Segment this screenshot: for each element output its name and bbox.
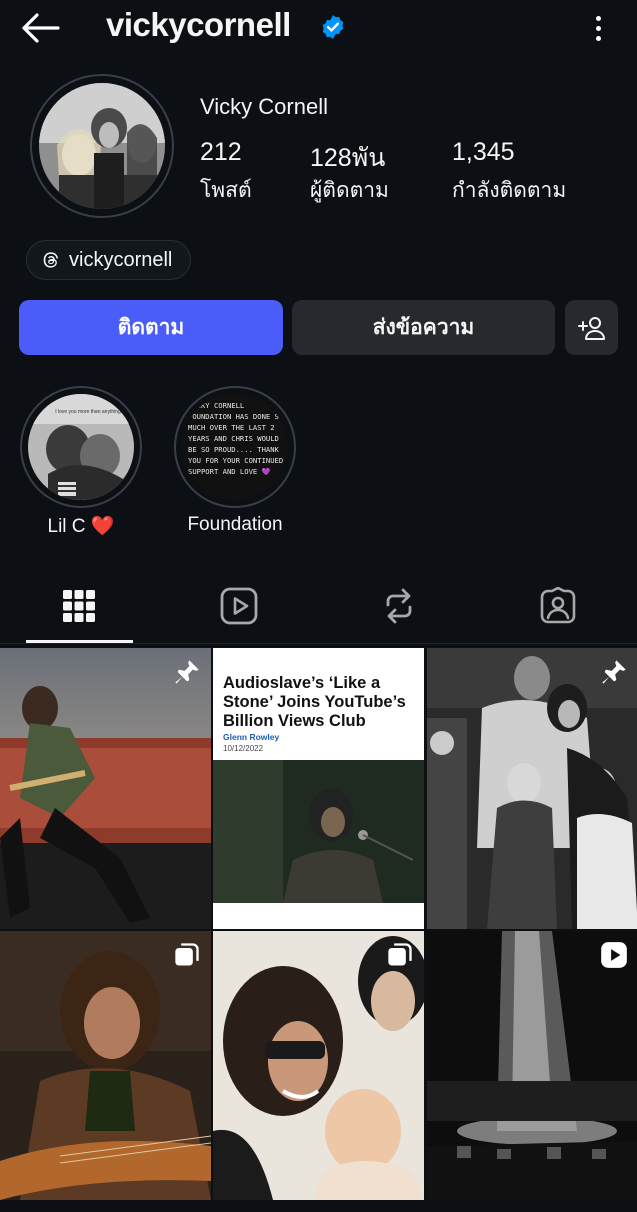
carousel-icon bbox=[388, 943, 412, 966]
avatar-photo bbox=[39, 83, 165, 209]
more-options-button[interactable] bbox=[584, 8, 612, 48]
reels-icon bbox=[220, 587, 258, 625]
highlight-thumbnail: VICKY CORNELL FOUNDATION HAS DONE SO MUC… bbox=[182, 394, 288, 500]
post-thumbnail[interactable]: Audioslave’s ‘Like a Stone’ Joins YouTub… bbox=[213, 648, 424, 929]
article-image bbox=[213, 760, 424, 903]
grid-icon bbox=[63, 590, 95, 622]
highlight-lil-c[interactable]: I love you more than anything bbox=[20, 386, 142, 508]
tab-tagged[interactable] bbox=[505, 580, 611, 632]
post-thumbnail[interactable] bbox=[213, 931, 424, 1212]
highlight-foundation-text: VICKY CORNELL FOUNDATION HAS DONE SO MUC… bbox=[188, 401, 284, 476]
profile-full-name: Vicky Cornell bbox=[200, 94, 328, 119]
more-dot bbox=[595, 35, 601, 41]
pinned-icon bbox=[175, 660, 199, 684]
threads-handle: vickycornell bbox=[69, 248, 173, 271]
following-label[interactable]: กำลังติดตาม bbox=[452, 174, 566, 207]
reposts-icon bbox=[386, 588, 412, 624]
pinned-icon bbox=[602, 660, 626, 684]
post-image bbox=[0, 648, 211, 929]
article-date: 10/12/2022 bbox=[223, 744, 264, 753]
back-button[interactable] bbox=[18, 8, 62, 48]
arrow-left-icon bbox=[22, 13, 60, 43]
following-count[interactable]: 1,345 bbox=[452, 138, 515, 167]
header-username: vickycornell bbox=[106, 6, 291, 43]
verified-badge-icon bbox=[322, 15, 344, 39]
posts-label[interactable]: โพสต์ bbox=[200, 174, 252, 207]
follow-button[interactable]: ติดตาม bbox=[19, 300, 283, 355]
avatar[interactable] bbox=[30, 74, 174, 218]
tab-reels[interactable] bbox=[186, 580, 292, 632]
post-thumbnail[interactable] bbox=[427, 931, 637, 1212]
tagged-icon bbox=[540, 587, 576, 624]
post-image bbox=[427, 648, 637, 929]
tab-reposts[interactable] bbox=[346, 580, 452, 632]
tab-divider bbox=[0, 643, 637, 644]
message-button[interactable]: ส่งข้อความ bbox=[292, 300, 555, 355]
threads-icon bbox=[43, 252, 59, 268]
followers-count[interactable]: 128พัน bbox=[310, 138, 385, 178]
threads-link[interactable]: vickycornell bbox=[26, 240, 192, 280]
highlight-label: Foundation bbox=[187, 514, 283, 535]
more-dots-icon bbox=[595, 15, 601, 21]
post-image bbox=[427, 931, 637, 1200]
tab-posts-grid[interactable] bbox=[26, 580, 132, 632]
highlight-thumbnail: I love you more than anything bbox=[28, 394, 134, 500]
posts-count[interactable]: 212 bbox=[200, 138, 242, 167]
post-thumbnail[interactable] bbox=[0, 648, 211, 929]
pinned-icon bbox=[388, 660, 412, 684]
post-thumbnail[interactable] bbox=[427, 648, 637, 929]
followers-label[interactable]: ผู้ติดตาม bbox=[310, 174, 389, 207]
highlight-image: I love you more than anything bbox=[28, 394, 134, 500]
avatar-image bbox=[39, 83, 165, 209]
highlight-label: Lil C ❤️ bbox=[47, 516, 115, 537]
carousel-icon bbox=[175, 943, 199, 966]
reel-icon bbox=[601, 942, 627, 968]
svg-text:I love you more than anything: I love you more than anything bbox=[55, 409, 121, 415]
post-thumbnail[interactable] bbox=[0, 931, 211, 1212]
post-image bbox=[0, 931, 211, 1200]
more-dot bbox=[595, 25, 601, 31]
add-person-icon bbox=[577, 316, 605, 340]
post-image bbox=[213, 931, 424, 1200]
highlight-foundation[interactable]: VICKY CORNELL FOUNDATION HAS DONE SO MUC… bbox=[174, 386, 296, 508]
article-author: Glenn Rowley bbox=[223, 732, 280, 742]
suggest-users-button[interactable] bbox=[565, 300, 618, 355]
